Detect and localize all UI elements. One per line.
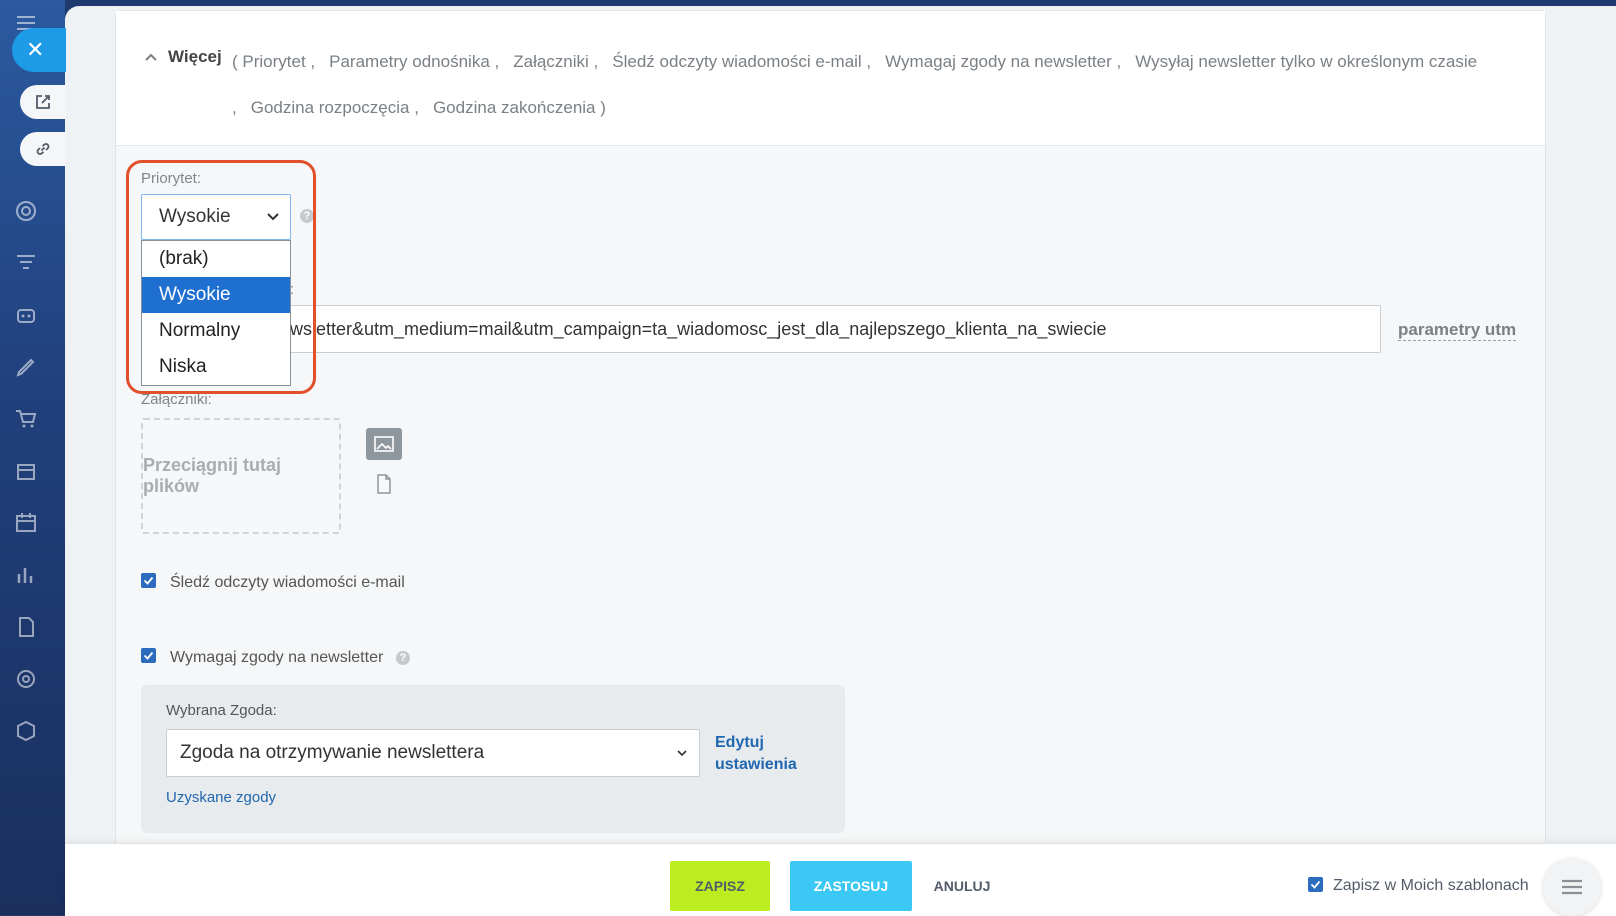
file-icon[interactable] (376, 474, 392, 494)
settings-icon[interactable] (13, 666, 39, 692)
more-link-send-time[interactable]: Wysyłaj newsletter tylko w określonym cz… (1135, 52, 1477, 71)
more-toggle[interactable]: Więcej (144, 47, 222, 67)
image-icon (374, 436, 394, 452)
robot-icon[interactable] (13, 302, 39, 328)
close-slider-button[interactable]: ✕ (12, 28, 66, 72)
check-icon (143, 576, 154, 585)
apply-button[interactable]: ZASTOSUJ (790, 861, 912, 911)
dropzone-text: Przeciągnij tutaj plików (143, 455, 282, 496)
filter-icon[interactable] (13, 250, 39, 276)
more-link-link-params[interactable]: Parametry odnośnika (329, 52, 490, 71)
priority-selected-value: Wysokie (159, 206, 231, 227)
check-icon (143, 651, 154, 660)
consent-label: Wybrana Zgoda: (166, 702, 277, 719)
chevron-down-icon (677, 750, 687, 757)
track-reads-label: Śledź odczyty wiadomości e-mail (170, 574, 405, 591)
chevron-down-icon (267, 213, 279, 221)
more-links-list: ( Priorytet , Parametry odnośnika , Załącz… (232, 52, 1478, 117)
more-title: Więcej (168, 47, 222, 66)
copy-link-button[interactable] (20, 132, 66, 166)
menu-button[interactable] (1543, 858, 1601, 916)
close-icon: ✕ (26, 37, 45, 62)
edit-settings-link[interactable]: Edytuj ustawienia (715, 732, 797, 776)
obtained-consents-link[interactable]: Uzyskane zgody (166, 789, 276, 806)
link-params-input[interactable]: wsletter&utm_medium=mail&utm_campaign=ta… (141, 305, 1381, 353)
open-in-new-window-button[interactable] (20, 85, 66, 119)
more-section: Więcej ( Priorytet , Parametry odnośnika … (116, 11, 1545, 146)
consent-select[interactable]: Zgoda na otrzymywanie newslettera (166, 729, 700, 777)
utm-params-link[interactable]: parametry utm (1398, 320, 1517, 341)
require-consent-checkbox[interactable] (141, 648, 156, 663)
pen-icon[interactable] (13, 354, 39, 380)
consent-selected-value: Zgoda na otrzymywanie newslettera (180, 742, 485, 763)
store-icon[interactable] (13, 458, 39, 484)
priority-option-none[interactable]: (brak) (142, 241, 290, 277)
priority-label: Priorytet: (141, 170, 202, 187)
more-link-priority[interactable]: Priorytet (242, 52, 305, 71)
priority-option-high[interactable]: Wysokie (142, 277, 290, 313)
document-icon[interactable] (13, 614, 39, 640)
more-link-end-time[interactable]: Godzina zakończenia (433, 98, 596, 117)
more-link-attachments[interactable]: Załączniki (513, 52, 589, 71)
track-reads-checkbox[interactable] (141, 573, 156, 588)
footer-bar: ZAPISZ ZASTOSUJ ANULUJ Zapisz w Moich sz… (65, 843, 1616, 916)
priority-dropdown: (brak) Wysokie Normalny Niska (141, 240, 291, 386)
save-template-checkbox[interactable] (1308, 877, 1323, 892)
box-icon[interactable] (13, 718, 39, 744)
chevron-up-icon (145, 53, 157, 61)
consent-help-icon[interactable]: ? (396, 651, 410, 665)
attachments-dropzone[interactable]: Przeciągnij tutaj plików (141, 418, 341, 534)
priority-option-low[interactable]: Niska (142, 349, 290, 385)
external-link-icon (36, 95, 50, 109)
more-link-track-reads[interactable]: Śledź odczyty wiadomości e-mail (612, 52, 861, 71)
target-icon[interactable] (13, 198, 39, 224)
link-params-value: wsletter&utm_medium=mail&utm_campaign=ta… (290, 319, 1107, 339)
calendar-icon[interactable] (13, 510, 39, 536)
more-link-require-consent[interactable]: Wymagaj zgody na newsletter (885, 52, 1112, 71)
priority-help-icon[interactable]: ? (300, 209, 314, 223)
cart-icon[interactable] (13, 406, 39, 432)
chart-icon[interactable] (13, 562, 39, 588)
edit-settings-line1: Edytuj (715, 734, 764, 751)
require-consent-label: Wymagaj zgody na newsletter (170, 649, 384, 666)
more-link-start-time[interactable]: Godzina rozpoczęcia (251, 98, 410, 117)
check-icon (1310, 880, 1321, 889)
save-template-label: Zapisz w Moich szablonach (1333, 877, 1529, 894)
consent-panel: Wybrana Zgoda: Zgoda na otrzymywanie new… (141, 685, 845, 833)
attachments-label: Załączniki: (141, 391, 212, 408)
insert-image-button[interactable] (366, 428, 402, 460)
edit-settings-line2: ustawienia (715, 756, 797, 773)
save-button[interactable]: ZAPISZ (670, 861, 770, 911)
priority-select[interactable]: Wysokie (141, 194, 291, 240)
cancel-button[interactable]: ANULUJ (927, 861, 997, 911)
priority-option-normal[interactable]: Normalny (142, 313, 290, 349)
link-icon (36, 143, 50, 155)
list-menu-icon (1562, 879, 1582, 895)
